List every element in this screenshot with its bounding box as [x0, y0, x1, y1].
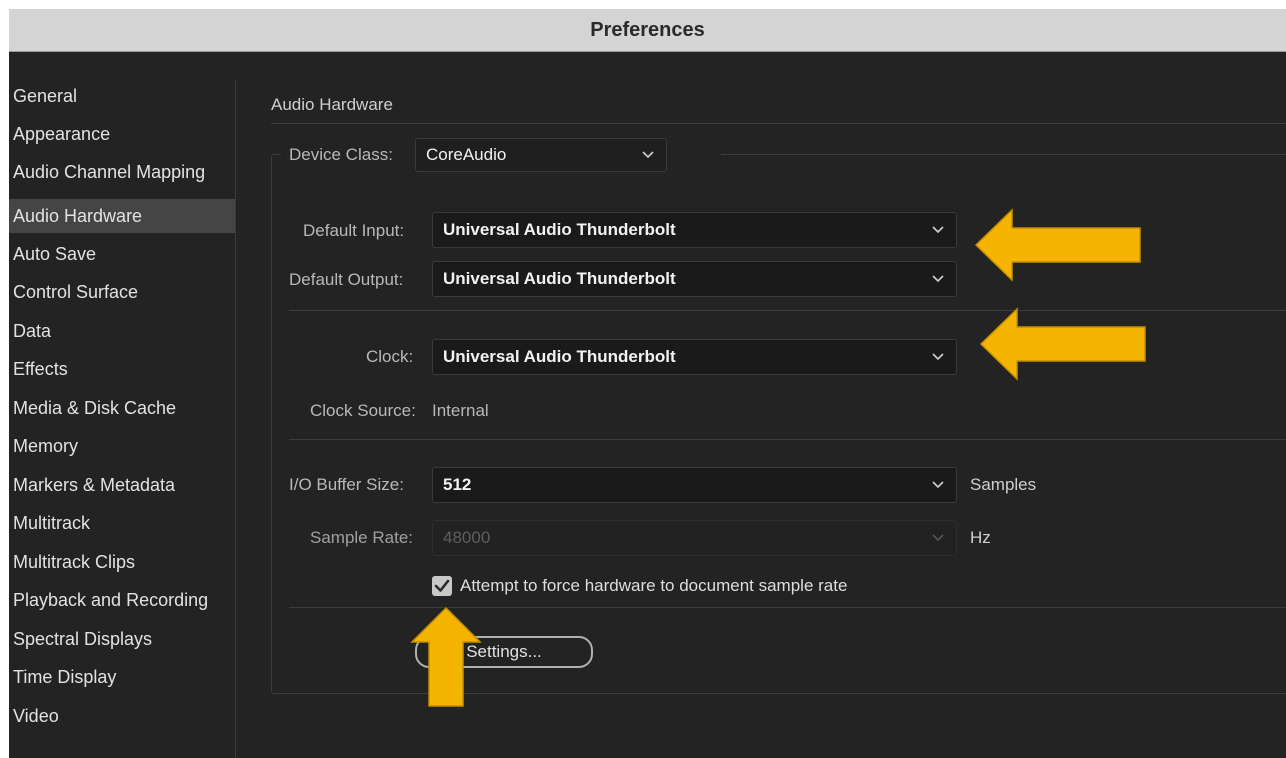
- io-buffer-size-value: 512: [443, 475, 472, 494]
- default-output-value: Universal Audio Thunderbolt: [443, 269, 676, 288]
- sidebar-item-time-display[interactable]: Time Display: [9, 660, 235, 694]
- sidebar-item-playback-and-recording[interactable]: Playback and Recording: [9, 583, 235, 617]
- default-output-dropdown[interactable]: Universal Audio Thunderbolt: [432, 261, 957, 297]
- preferences-window: Preferences General Appearance Audio Cha…: [9, 9, 1286, 758]
- chevron-down-icon: [932, 353, 944, 361]
- section-divider: [271, 123, 1286, 124]
- default-input-value: Universal Audio Thunderbolt: [443, 220, 676, 239]
- sample-rate-unit: Hz: [970, 528, 991, 547]
- sidebar-item-memory[interactable]: Memory: [9, 429, 235, 463]
- sidebar-item-audio-channel-mapping[interactable]: Audio Channel Mapping: [9, 155, 235, 189]
- sample-rate-value: 48000: [443, 528, 491, 547]
- chevron-down-icon: [642, 151, 654, 159]
- chevron-down-icon: [932, 481, 944, 489]
- clock-value: Universal Audio Thunderbolt: [443, 347, 676, 366]
- clock-label: Clock:: [366, 347, 414, 366]
- sidebar-item-spectral-displays[interactable]: Spectral Displays: [9, 622, 235, 656]
- sidebar-item-audio-hardware[interactable]: Audio Hardware: [9, 199, 235, 233]
- clock-source-label: Clock Source:: [310, 401, 416, 420]
- force-sample-rate-label[interactable]: Attempt to force hardware to document sa…: [460, 576, 847, 596]
- annotation-arrow-up-icon: [410, 606, 482, 707]
- device-class-label: Device Class:: [289, 145, 393, 164]
- sidebar-item-markers-metadata[interactable]: Markers & Metadata: [9, 468, 235, 502]
- divider: [289, 439, 1286, 440]
- annotation-arrow-left-icon: [974, 208, 1141, 282]
- sidebar-item-media-disk-cache[interactable]: Media & Disk Cache: [9, 391, 235, 425]
- sidebar-item-effects[interactable]: Effects: [9, 352, 235, 386]
- sidebar-item-multitrack[interactable]: Multitrack: [9, 506, 235, 540]
- default-input-dropdown[interactable]: Universal Audio Thunderbolt: [432, 212, 957, 248]
- sidebar-item-auto-save[interactable]: Auto Save: [9, 237, 235, 271]
- sidebar-item-general[interactable]: General: [9, 79, 235, 113]
- sidebar-item-multitrack-clips[interactable]: Multitrack Clips: [9, 545, 235, 579]
- audio-hardware-panel: Audio Hardware Device Class: CoreAudio D…: [235, 51, 1286, 758]
- annotation-arrow-left-icon: [979, 307, 1146, 381]
- sidebar-item-video[interactable]: Video: [9, 699, 235, 733]
- chevron-down-icon: [932, 226, 944, 234]
- preferences-sidebar: General Appearance Audio Channel Mapping…: [9, 79, 236, 758]
- chevron-down-icon: [932, 534, 944, 542]
- clock-dropdown[interactable]: Universal Audio Thunderbolt: [432, 339, 957, 375]
- chevron-down-icon: [932, 275, 944, 283]
- sidebar-item-control-surface[interactable]: Control Surface: [9, 275, 235, 309]
- clock-source-value: Internal: [432, 401, 489, 420]
- sample-rate-label: Sample Rate:: [310, 528, 413, 547]
- io-buffer-size-dropdown[interactable]: 512: [432, 467, 957, 503]
- device-class-value: CoreAudio: [426, 145, 507, 164]
- device-class-dropdown[interactable]: CoreAudio: [415, 138, 667, 172]
- force-sample-rate-checkbox[interactable]: [432, 576, 452, 596]
- default-output-label: Default Output:: [289, 270, 404, 289]
- default-input-label: Default Input:: [303, 221, 405, 240]
- sidebar-item-data[interactable]: Data: [9, 314, 235, 348]
- io-buffer-size-label: I/O Buffer Size:: [289, 475, 404, 494]
- window-title-bar: Preferences: [9, 9, 1286, 52]
- io-buffer-size-unit: Samples: [970, 475, 1037, 494]
- checkmark-icon: [434, 579, 450, 592]
- section-title: Audio Hardware: [271, 95, 393, 114]
- sample-rate-dropdown: 48000: [432, 520, 957, 556]
- window-title: Preferences: [590, 18, 705, 41]
- sidebar-item-appearance[interactable]: Appearance: [9, 117, 235, 151]
